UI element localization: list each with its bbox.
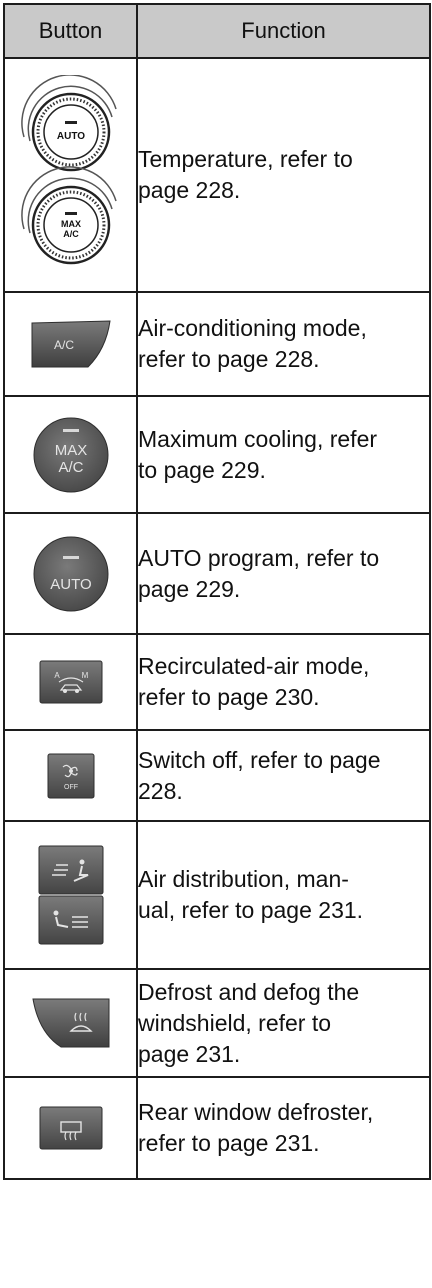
svg-text:MAX: MAX xyxy=(54,442,87,459)
function-text-line: Maximum cooling, refer xyxy=(138,425,378,452)
windshield-defrost-button-icon xyxy=(31,998,109,1048)
table-row: MAX A/C Maximum cooling, refer to page 2… xyxy=(3,395,431,514)
svg-text:OFF: OFF xyxy=(64,784,78,791)
max-ac-button-icon: MAX A/C xyxy=(33,417,108,492)
table-row: Rear window defroster, refer to page 231… xyxy=(3,1076,431,1180)
function-cell: Rear window defroster, refer to page 231… xyxy=(136,1076,431,1180)
function-text-line: page 229. xyxy=(138,575,241,602)
function-text-line: page 228. xyxy=(138,177,241,203)
function-text-line: Defrost and defog the xyxy=(138,978,360,1005)
table-row: Air distribution, man- ual, refer to pag… xyxy=(3,820,431,970)
function-text-line: Rear window defroster, xyxy=(138,1099,374,1125)
svg-text:M: M xyxy=(81,671,88,680)
function-text-line: refer to page 231. xyxy=(138,1130,320,1156)
button-cell: AUTO MAX A/C xyxy=(3,57,138,293)
table-row: A/C Air-conditioning mode, refer to page… xyxy=(3,291,431,397)
function-text-line: Air-conditioning mode, xyxy=(138,315,367,341)
function-cell: Air-conditioning mode, refer to page 228… xyxy=(136,291,431,397)
button-cell: OFF xyxy=(3,729,138,822)
rear-defroster-button-icon xyxy=(39,1106,102,1150)
button-cell: MAX A/C xyxy=(3,395,138,514)
function-text-line: Switch off, refer to page xyxy=(138,746,381,773)
air-distribution-buttons-icon xyxy=(38,845,103,945)
climate-controls-table: Button Function AUTO MAX A/C Temperature… xyxy=(3,3,431,1180)
button-cell: A M xyxy=(3,633,138,731)
table-row: Defrost and defog the windshield, refer … xyxy=(3,968,431,1078)
function-cell: Recirculated-air mode, refer to page 230… xyxy=(136,633,431,731)
svg-text:A/C: A/C xyxy=(58,459,83,476)
temperature-dial-icon: AUTO MAX A/C xyxy=(20,75,117,265)
svg-text:A/C: A/C xyxy=(53,338,73,352)
function-text-line: page 231. xyxy=(138,1040,241,1067)
button-cell xyxy=(3,968,138,1078)
svg-text:A: A xyxy=(54,671,60,680)
svg-text:MAX: MAX xyxy=(61,219,81,229)
function-cell: Air distribution, man- ual, refer to pag… xyxy=(136,820,431,970)
function-cell: Maximum cooling, refer to page 229. xyxy=(136,395,431,514)
button-cell: AUTO xyxy=(3,512,138,635)
function-text-line: AUTO program, refer to xyxy=(138,544,380,571)
ac-button-icon: A/C xyxy=(31,320,111,368)
function-text-line: ual, refer to page 231. xyxy=(138,897,364,923)
table-row: OFF Switch off, refer to page 228. xyxy=(3,729,431,822)
function-text-line: Recirculated-air mode, xyxy=(138,653,370,679)
table-row: A M Recirculated-air mode, refer to page… xyxy=(3,633,431,731)
button-cell xyxy=(3,820,138,970)
function-text-line: windshield, refer to xyxy=(138,1009,332,1036)
function-cell: AUTO program, refer to page 229. xyxy=(136,512,431,635)
svg-text:AUTO: AUTO xyxy=(56,131,84,142)
function-text-line: refer to page 230. xyxy=(138,684,320,710)
auto-button-icon: AUTO xyxy=(33,536,108,611)
function-cell: Switch off, refer to page 228. xyxy=(136,729,431,822)
table-row: AUTO MAX A/C Temperature, refer to page … xyxy=(3,57,431,293)
function-text-line: 228. xyxy=(138,777,183,804)
svg-text:A/C: A/C xyxy=(63,229,79,239)
switch-off-button-icon: OFF xyxy=(47,753,94,798)
recirculated-air-button-icon: A M xyxy=(39,660,102,704)
function-text-line: to page 229. xyxy=(138,456,266,483)
table-row: AUTO AUTO program, refer to page 229. xyxy=(3,512,431,635)
table-header-row: Button Function xyxy=(3,3,431,59)
function-text-line: Temperature, refer to xyxy=(138,146,353,172)
svg-text:AUTO: AUTO xyxy=(50,576,91,593)
header-function: Function xyxy=(136,3,431,59)
function-cell: Defrost and defog the windshield, refer … xyxy=(136,968,431,1078)
button-cell: A/C xyxy=(3,291,138,397)
button-cell xyxy=(3,1076,138,1180)
header-button: Button xyxy=(3,3,138,59)
function-text-line: Air distribution, man- xyxy=(138,866,349,892)
function-text-line: refer to page 228. xyxy=(138,346,320,372)
function-cell: Temperature, refer to page 228. xyxy=(136,57,431,293)
